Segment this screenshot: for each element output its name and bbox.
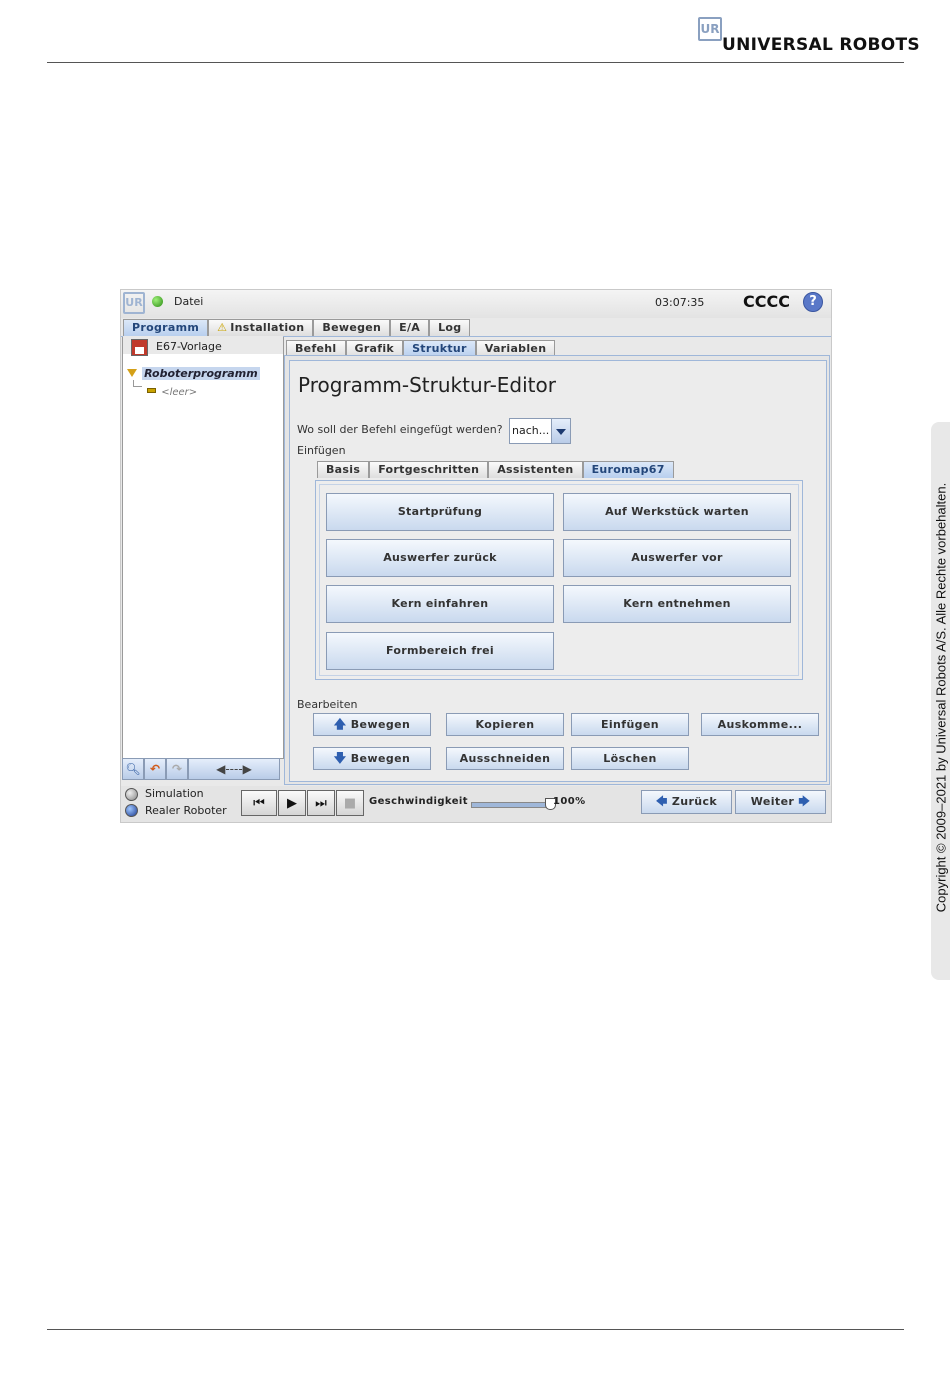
cut-button[interactable]: Ausschneiden (446, 747, 564, 770)
back-label: Zurück (671, 795, 718, 808)
paste-button[interactable]: Einfügen (571, 713, 689, 736)
delete-button[interactable]: Löschen (571, 747, 689, 770)
arrow-down-icon: 🡇 (333, 751, 347, 765)
save-icon[interactable] (131, 339, 148, 356)
status-ok-icon (152, 296, 163, 307)
search-icon[interactable]: 🔍︎ (122, 758, 144, 780)
bottom-bar: Simulation Realer Roboter ⏮ ▶ ⏭ ■ Geschw… (121, 786, 831, 822)
insert-tabs: Basis Fortgeschritten Assistenten Euroma… (317, 461, 674, 478)
insert-position-question: Wo soll der Befehl eingefügt werden? (297, 423, 503, 436)
move-arrows-icon[interactable]: ◀‑‑‑‑▶ (188, 758, 280, 780)
footer-divider (47, 1329, 904, 1330)
brand-name: UNIVERSAL ROBOTS (722, 35, 920, 55)
tree-branch-line (133, 380, 142, 387)
clock: 03:07:35 (655, 296, 705, 309)
startpruefung-button[interactable]: Startprüfung (326, 493, 554, 531)
back-button[interactable]: 🡄 Zurück (641, 790, 732, 814)
ur-app-icon: UR (123, 292, 145, 314)
undo-icon[interactable]: ↶ (144, 758, 166, 780)
edit-label: Bearbeiten (297, 698, 358, 711)
auswerfer-vor-button[interactable]: Auswerfer vor (563, 539, 791, 577)
speed-slider[interactable] (471, 798, 556, 810)
auf-werkstueck-warten-button[interactable]: Auf Werkstück warten (563, 493, 791, 531)
tab-installation[interactable]: ⚠ Installation (208, 319, 314, 336)
universal-robots-logo: UR UNIVERSAL ROBOTS (698, 17, 920, 55)
stop-icon[interactable]: ■ (336, 790, 364, 816)
move-up-button[interactable]: 🡅 Bewegen (313, 713, 431, 736)
expand-triangle-icon[interactable] (127, 368, 137, 377)
empty-node-icon (147, 388, 157, 393)
insert-label: Einfügen (297, 444, 346, 457)
program-file-name: E67-Vorlage (156, 340, 222, 353)
tab-log[interactable]: Log (429, 319, 471, 336)
tab-programm[interactable]: Programm (123, 319, 209, 336)
arrow-left-icon: 🡄 (655, 795, 668, 808)
polyscope-screenshot: UR Datei 03:07:35 CCCC ? Programm ⚠ Inst… (120, 289, 832, 823)
tree-toolbar: 🔍︎ ↶ ↷ ◀‑‑‑‑▶ (122, 758, 282, 780)
tree-child-label: <leer> (161, 387, 198, 398)
tab-fortgeschritten[interactable]: Fortgeschritten (369, 461, 489, 478)
robot-name: CCCC (743, 292, 790, 311)
step-icon[interactable]: ⏭ (307, 790, 335, 816)
program-tree-panel: E67-Vorlage Roboterprogramm <leer> (122, 336, 284, 759)
file-menu[interactable]: Datei (174, 295, 203, 308)
structure-editor-content: Programm-Struktur-Editor Wo soll der Bef… (289, 360, 827, 782)
comment-out-button[interactable]: Auskomme... (701, 713, 819, 736)
header-divider (47, 62, 904, 63)
rewind-icon[interactable]: ⏮ (241, 790, 277, 816)
real-robot-radio[interactable] (125, 804, 138, 817)
auswerfer-zurueck-button[interactable]: Auswerfer zurück (326, 539, 554, 577)
simulation-label: Simulation (145, 787, 204, 800)
move-up-label: Bewegen (350, 718, 411, 731)
structure-editor-panel: Programm-Struktur-Editor Wo soll der Bef… (284, 355, 830, 785)
speed-label: Geschwindigkeit (369, 796, 468, 807)
next-label: Weiter (750, 795, 795, 808)
top-bar: UR Datei 03:07:35 CCCC ? (121, 290, 831, 318)
copyright-text: Copyright © 2009–2021 by Universal Robot… (933, 482, 949, 913)
tab-euromap67[interactable]: Euromap67 (582, 461, 674, 478)
help-icon[interactable]: ? (803, 292, 823, 312)
program-tree: Roboterprogramm <leer> (127, 362, 260, 399)
play-icon[interactable]: ▶ (278, 790, 306, 816)
insert-position-select[interactable]: nach... (509, 418, 553, 444)
kern-entnehmen-button[interactable]: Kern entnehmen (563, 585, 791, 623)
simulation-radio[interactable] (125, 788, 138, 801)
tree-root-label: Roboterprogramm (142, 367, 260, 380)
tree-child[interactable]: <leer> (133, 380, 260, 399)
copy-button[interactable]: Kopieren (446, 713, 564, 736)
ur-logo-mark: UR (698, 17, 722, 41)
arrow-right-icon: 🡆 (798, 795, 811, 808)
page-title: Programm-Struktur-Editor (298, 373, 556, 397)
speed-slider-fill (472, 803, 550, 807)
main-tabs: Programm ⚠ Installation Bewegen E/A Log (123, 319, 471, 336)
tab-installation-label: Installation (230, 321, 305, 334)
kern-einfahren-button[interactable]: Kern einfahren (326, 585, 554, 623)
move-down-label: Bewegen (350, 752, 411, 765)
real-robot-label: Realer Roboter (145, 804, 227, 817)
tab-bewegen[interactable]: Bewegen (313, 319, 391, 336)
file-line: E67-Vorlage (123, 336, 283, 356)
tab-assistenten[interactable]: Assistenten (488, 461, 583, 478)
copyright-sidebar: Copyright © 2009–2021 by Universal Robot… (931, 422, 950, 980)
move-down-button[interactable]: 🡇 Bewegen (313, 747, 431, 770)
tree-root[interactable]: Roboterprogramm (127, 362, 260, 381)
tab-basis[interactable]: Basis (317, 461, 370, 478)
chevron-down-icon[interactable] (551, 418, 571, 444)
formbereich-frei-button[interactable]: Formbereich frei (326, 632, 554, 670)
next-button[interactable]: Weiter 🡆 (735, 790, 826, 814)
warning-icon: ⚠ (217, 321, 228, 334)
redo-icon[interactable]: ↷ (166, 758, 188, 780)
tab-ea[interactable]: E/A (390, 319, 430, 336)
speed-value: 100% (553, 796, 586, 807)
arrow-up-icon: 🡅 (333, 717, 347, 731)
euromap67-commands: Startprüfung Auf Werkstück warten Auswer… (315, 480, 803, 680)
